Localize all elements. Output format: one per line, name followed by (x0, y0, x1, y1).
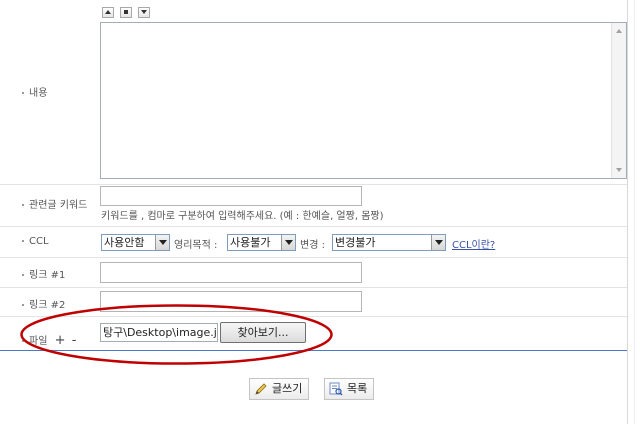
window-edge (627, 0, 640, 424)
arrow-up-icon (105, 10, 111, 14)
ccl-usage-value: 사용안함 (104, 236, 145, 249)
reset-size-button[interactable] (120, 7, 132, 18)
bullet-icon (22, 204, 24, 206)
annotation-ellipse (20, 304, 333, 365)
expand-down-button[interactable] (138, 7, 150, 18)
ccl-commercial-select[interactable]: 사용불가 (227, 234, 296, 251)
link1-input[interactable] (100, 262, 362, 283)
row-divider (0, 226, 634, 227)
ccl-modify-select[interactable]: 변경불가 (332, 234, 446, 251)
ccl-info-link[interactable]: CCL이란? (452, 236, 495, 251)
link1-label: 링크 #1 (22, 266, 65, 281)
list-button[interactable]: 목록 (324, 378, 375, 400)
content-textarea[interactable] (100, 22, 627, 179)
chevron-down-icon[interactable] (155, 235, 169, 250)
scroll-up-icon[interactable] (616, 29, 622, 33)
square-icon (124, 10, 128, 14)
commercial-label: 영리목적 : (174, 240, 218, 251)
row-divider (0, 184, 634, 185)
row-divider (0, 287, 634, 288)
list-search-icon (329, 382, 343, 396)
keyword-hint: 키워드를 , 컴마로 구분하여 입력해주세요. (예 : 한예슬, 얼짱, 몸짱… (101, 211, 384, 222)
expand-up-button[interactable] (102, 7, 114, 18)
pencil-icon (255, 383, 267, 395)
content-label-text: 내용 (29, 88, 48, 99)
ccl-label: CCL (22, 236, 49, 247)
ccl-modify-value: 변경불가 (335, 236, 376, 249)
write-button-label: 글쓰기 (272, 382, 303, 395)
chevron-down-icon[interactable] (281, 235, 295, 250)
content-label: 내용 (22, 84, 47, 99)
textarea-scrollbar[interactable] (611, 23, 626, 178)
modify-label: 변경 : (300, 240, 325, 251)
ccl-label-text: CCL (29, 236, 49, 247)
row-divider (0, 257, 634, 258)
keyword-input[interactable] (100, 186, 362, 206)
bullet-icon (22, 92, 24, 94)
ccl-commercial-value: 사용불가 (230, 236, 271, 249)
bullet-icon (22, 240, 24, 242)
chevron-down-icon[interactable] (431, 235, 445, 250)
link1-label-text: 링크 #1 (29, 270, 66, 281)
arrow-down-icon (141, 10, 147, 14)
keyword-label-text: 관련글 키워드 (29, 200, 88, 211)
list-button-label: 목록 (347, 382, 368, 395)
ccl-usage-select[interactable]: 사용안함 (101, 234, 170, 251)
scroll-down-icon[interactable] (616, 168, 622, 172)
write-button[interactable]: 글쓰기 (249, 378, 310, 400)
bullet-icon (22, 274, 24, 276)
keyword-label: 관련글 키워드 (22, 196, 87, 211)
